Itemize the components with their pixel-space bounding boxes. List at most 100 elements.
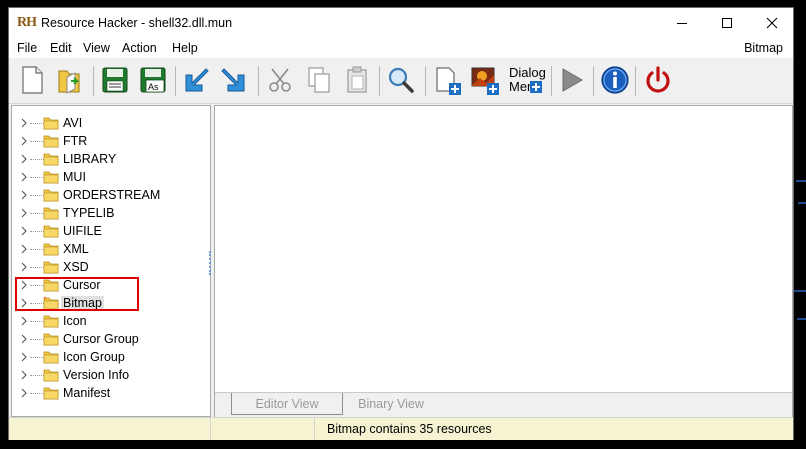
expand-chevron-icon[interactable]	[19, 206, 29, 220]
open-folder-icon	[58, 70, 80, 94]
expand-chevron-icon[interactable]	[19, 152, 29, 166]
tree-connector	[30, 267, 44, 268]
tree-item-label: XML	[63, 242, 89, 256]
clipboard-paste-icon	[347, 66, 367, 93]
blue-arrow-down-right-icon	[221, 68, 245, 92]
tree-connector	[30, 231, 44, 232]
paste-button[interactable]	[340, 63, 374, 97]
menu-edit[interactable]: Edit	[50, 41, 72, 55]
tree-item[interactable]: TYPELIB	[12, 204, 210, 222]
info-icon	[601, 66, 629, 94]
expand-chevron-icon[interactable]	[19, 134, 29, 148]
folder-icon	[43, 207, 59, 220]
toolbar-separator	[379, 66, 380, 96]
save-resource-button[interactable]	[218, 63, 252, 97]
tree-item[interactable]: Icon Group	[12, 348, 210, 366]
tree-item[interactable]: ORDERSTREAM	[12, 186, 210, 204]
resource-hacker-logo-icon: RH	[17, 15, 37, 30]
expand-chevron-icon[interactable]	[19, 350, 29, 364]
close-button[interactable]	[749, 8, 795, 38]
expand-chevron-icon[interactable]	[19, 314, 29, 328]
resource-tree[interactable]: AVI FTR LIBRARY MUI ORDERSTREAM TYPELIB UIFILE…	[11, 105, 211, 417]
status-bar: Bitmap contains 35 resources	[9, 417, 793, 440]
add-blank-resource-button[interactable]	[430, 63, 464, 97]
tree-item-label: Cursor Group	[63, 332, 139, 346]
tree-connector	[30, 123, 44, 124]
tab-binary-view-label: Binary View	[358, 397, 424, 411]
about-button[interactable]	[598, 63, 632, 97]
tree-item-label: AVI	[63, 116, 83, 130]
tree-item[interactable]: AVI	[12, 114, 210, 132]
tree-item[interactable]: MUI	[12, 168, 210, 186]
tab-binary-view[interactable]: Binary View	[343, 393, 439, 415]
copy-button[interactable]	[302, 63, 336, 97]
tree-item[interactable]: Manifest	[12, 384, 210, 402]
expand-chevron-icon[interactable]	[19, 116, 29, 130]
toolbar-separator	[175, 66, 176, 96]
tree-item[interactable]: LIBRARY	[12, 150, 210, 168]
status-message: Bitmap contains 35 resources	[327, 422, 492, 436]
tree-item-label: MUI	[63, 170, 86, 184]
cut-button[interactable]	[264, 63, 298, 97]
open-file-button[interactable]	[53, 63, 87, 97]
toolbar-separator	[635, 66, 636, 96]
expand-chevron-icon[interactable]	[19, 188, 29, 202]
minimize-button[interactable]	[659, 8, 705, 38]
tree-item[interactable]: Version Info	[12, 366, 210, 384]
title-bar[interactable]: RH Resource Hacker - shell32.dll.mun	[9, 8, 793, 38]
tree-connector	[30, 141, 44, 142]
exit-button[interactable]	[641, 63, 675, 97]
expand-chevron-icon[interactable]	[19, 170, 29, 184]
expand-chevron-icon[interactable]	[19, 368, 29, 382]
new-file-button[interactable]	[15, 63, 49, 97]
tree-connector	[30, 393, 44, 394]
copy-icon	[308, 67, 330, 93]
tree-item[interactable]: XML	[12, 240, 210, 258]
expand-chevron-icon[interactable]	[19, 332, 29, 346]
add-image-icon	[471, 67, 499, 95]
toolbar-separator	[93, 66, 94, 96]
tree-item[interactable]: Icon	[12, 312, 210, 330]
editor-area[interactable]	[215, 106, 792, 393]
tree-item[interactable]: UIFILE	[12, 222, 210, 240]
svg-text:As: As	[148, 82, 159, 92]
status-cell-left	[9, 418, 211, 440]
tree-item[interactable]: FTR	[12, 132, 210, 150]
tree-item-label: Manifest	[63, 386, 111, 400]
toolbar-separator	[258, 66, 259, 96]
plus-icon	[530, 81, 543, 93]
tree-connector	[30, 195, 44, 196]
tab-editor-view-label: Editor View	[255, 397, 319, 411]
dialog-merger-button[interactable]: Dialog Mer	[509, 66, 546, 94]
menu-help[interactable]: Help	[172, 41, 198, 55]
folder-icon	[43, 171, 59, 184]
tree-connector	[30, 375, 44, 376]
find-button[interactable]	[384, 63, 418, 97]
tree-item[interactable]: XSD	[12, 258, 210, 276]
tree-connector	[30, 177, 44, 178]
expand-chevron-icon[interactable]	[19, 386, 29, 400]
menu-file[interactable]: File	[17, 41, 37, 55]
open-resource-file-button[interactable]	[180, 63, 214, 97]
folder-icon	[43, 369, 59, 382]
tree-item[interactable]: Cursor Group	[12, 330, 210, 348]
save-as-button[interactable]: As	[136, 63, 170, 97]
add-image-resource-button[interactable]	[468, 63, 502, 97]
splitter-grip[interactable]	[209, 251, 213, 275]
expand-chevron-icon[interactable]	[19, 242, 29, 256]
toolbar-separator	[551, 66, 552, 96]
folder-icon	[43, 243, 59, 256]
run-script-button[interactable]	[554, 63, 588, 97]
menu-view[interactable]: View	[83, 41, 110, 55]
tab-editor-view[interactable]: Editor View	[231, 393, 343, 415]
status-cell-middle	[211, 418, 315, 440]
maximize-button[interactable]	[704, 8, 750, 38]
save-button[interactable]	[98, 63, 132, 97]
power-icon	[646, 66, 670, 93]
expand-chevron-icon[interactable]	[19, 260, 29, 274]
menu-action[interactable]: Action	[122, 41, 157, 55]
tree-connector	[30, 339, 44, 340]
new-file-icon	[22, 66, 43, 94]
expand-chevron-icon[interactable]	[19, 224, 29, 238]
folder-icon	[43, 261, 59, 274]
